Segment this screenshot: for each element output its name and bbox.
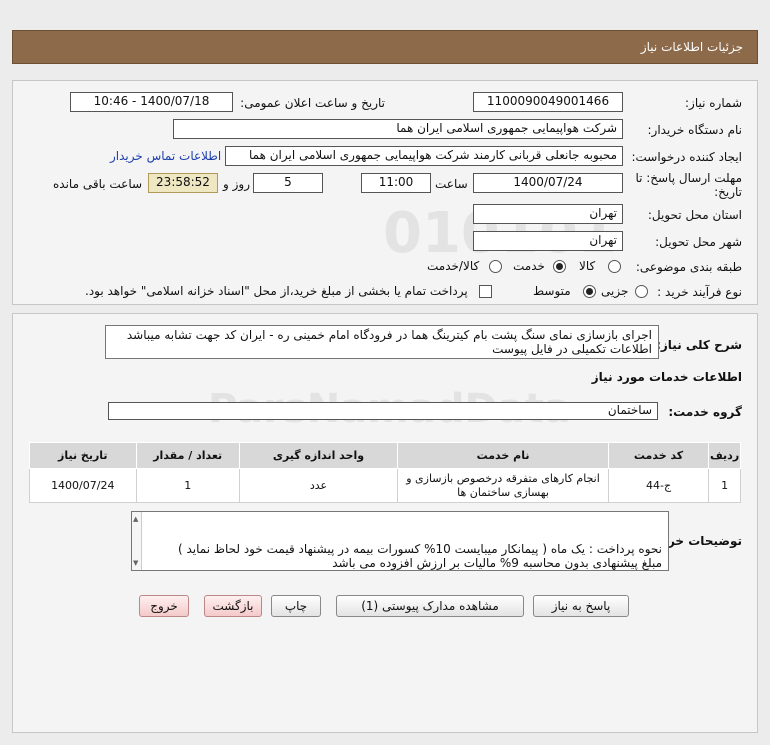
notes-scrollbar[interactable] [132,512,142,570]
creator-field: محبوبه جانعلی قربانی کارمند شرکت هواپیما… [225,146,623,166]
deadline-time-field: 11:00 [361,173,431,193]
deadline-time-label: ساعت [435,177,468,191]
announce-label: تاریخ و ساعت اعلان عمومی: [240,96,385,110]
buyer-notes-text: نحوه پرداخت : یک ماه ( پیمانکار میبایست … [177,542,662,570]
need-details-panel: ParsNamadData شرح کلی نیاز: اجرای بازساز… [12,313,758,733]
service-group-label: گروه خدمت: [668,405,742,419]
deadline-label: مهلت ارسال پاسخ: تا [635,171,742,185]
summary-line-2: اطلاعات تکمیلی در فایل پیوست [492,342,652,356]
remaining-time-field: 23:58:52 [148,173,218,193]
buyer-notes-box[interactable]: نحوه پرداخت : یک ماه ( پیمانکار میبایست … [131,511,669,571]
category-radio-goods[interactable] [608,260,621,273]
reply-button[interactable]: پاسخ به نیاز [533,595,629,617]
service-group-field: ساختمان [108,402,658,420]
deadline-date-field: 1400/07/24 [473,173,623,193]
services-title: اطلاعات خدمات مورد نیاز [591,370,742,384]
table-row: 1 ج-44 انجام کارهای متفرقه درخصوص بازساز… [29,468,741,503]
print-button[interactable]: چاپ [271,595,321,617]
city-field: تهران [473,231,623,251]
remaining-label: ساعت باقی مانده [53,177,143,191]
summary-box: اجرای بازسازی نمای سنگ پشت بام کیترینگ ه… [105,325,659,359]
province-field: تهران [473,204,623,224]
services-table: ردیف کد خدمت نام خدمت واحد اندازه گیری ت… [29,442,741,503]
announce-field: 1400/07/18 - 10:46 [70,92,233,112]
category-option-goods-service: کالا/خدمت [427,259,480,273]
process-radio-minor[interactable] [635,285,648,298]
cell-service-name: انجام کارهای متفرقه درخصوص بازسازی و بهس… [397,468,609,503]
col-quantity: تعداد / مقدار [135,442,240,469]
category-option-goods: کالا [579,259,596,273]
treasury-payment-text: پرداخت تمام یا بخشی از مبلغ خرید،از محل … [85,284,468,298]
deadline-label-date: تاریخ: [714,185,742,199]
need-number-field: 1100090049001466 [473,92,623,112]
city-label: شهر محل تحویل: [655,235,742,249]
col-need-date: تاریخ نیاز [29,442,137,469]
col-service-name: نام خدمت [397,442,609,469]
category-radio-service[interactable] [553,260,566,273]
services-table-header: ردیف کد خدمت نام خدمت واحد اندازه گیری ت… [29,442,741,469]
days-label: روز و [223,177,250,191]
exit-button[interactable]: خروج [139,595,189,617]
process-option-minor: جزیی [601,284,629,298]
process-option-medium: متوسط [533,284,571,298]
view-attachments-button[interactable]: مشاهده مدارک پیوستی (1) [336,595,524,617]
days-field: 5 [253,173,323,193]
col-unit: واحد اندازه گیری [238,442,399,469]
cell-row: 1 [708,468,741,503]
cell-quantity: 1 [135,468,240,503]
category-label: طبقه بندی موضوعی: [635,260,742,274]
cell-service-code: ج-44 [607,468,710,503]
treasury-payment-checkbox[interactable] [479,285,492,298]
page-title: جزئیات اطلاعات نیاز [640,40,743,54]
col-row: ردیف [708,442,741,469]
process-radio-medium[interactable] [583,285,596,298]
province-label: استان محل تحویل: [647,208,742,222]
col-service-code: کد خدمت [607,442,710,469]
creator-label: ایجاد کننده درخواست: [631,150,742,164]
category-option-service: خدمت [513,259,545,273]
category-radio-goods-service[interactable] [489,260,502,273]
request-info-panel: 010101 شماره نیاز: 1100090049001466 تاری… [12,80,758,305]
summary-label: شرح کلی نیاز: [656,338,742,352]
summary-line-1: اجرای بازسازی نمای سنگ پشت بام کیترینگ ه… [126,328,652,342]
back-button[interactable]: بازگشت [204,595,262,617]
buyer-label: نام دستگاه خریدار: [647,123,743,137]
page-header: جزئیات اطلاعات نیاز [12,30,758,64]
cell-unit: عدد [238,468,399,503]
cell-need-date: 1400/07/24 [29,468,137,503]
buyer-field: شرکت هواپیمایی جمهوری اسلامی ایران هما [173,119,623,139]
process-label: نوع فرآیند خرید : [657,285,742,299]
need-number-label: شماره نیاز: [685,96,742,110]
contact-info-link[interactable]: اطلاعات تماس خریدار [110,149,221,163]
